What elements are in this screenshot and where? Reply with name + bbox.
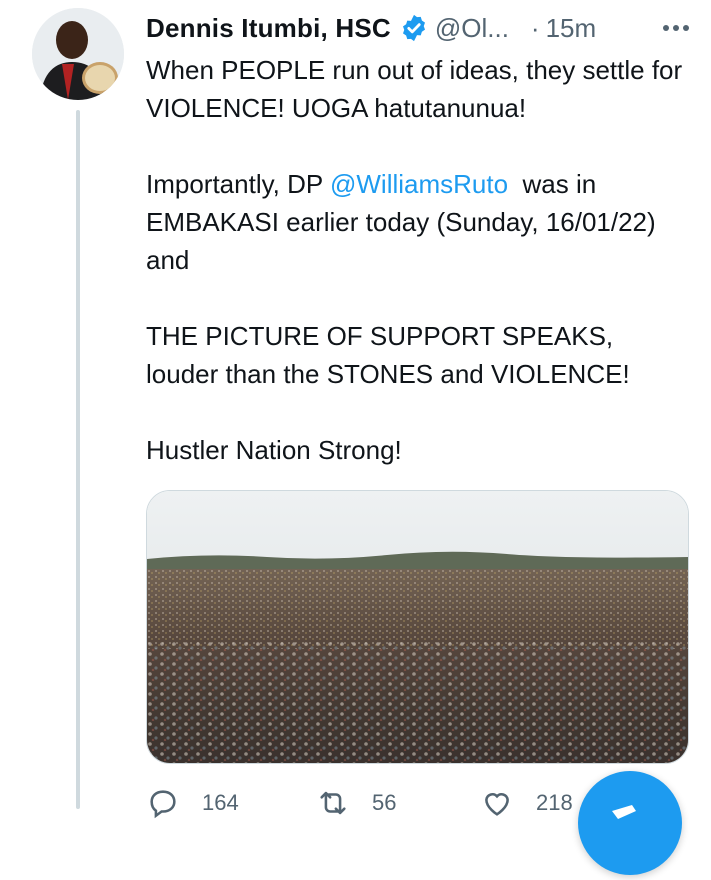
tweet-header: Dennis Itumbi, HSC @Ol... · 15m [146,8,691,48]
like-button[interactable]: 218 [480,786,573,820]
tweet-paragraph-3: THE PICTURE OF SUPPORT SPEAKS, louder th… [146,321,630,389]
compose-fab[interactable] [578,771,682,875]
author-handle[interactable]: @Ol [435,13,487,44]
handle-ellipsis: ... [487,12,509,43]
mention-link[interactable]: @WilliamsRuto [330,169,508,199]
retweet-icon [320,791,346,815]
author-name[interactable]: Dennis Itumbi, HSC [146,13,391,44]
compose-icon [612,805,636,819]
retweet-count: 56 [372,790,397,815]
avatar-image [32,8,124,100]
tweet-paragraph-4: Hustler Nation Strong! [146,435,402,465]
retweet-button[interactable]: 56 [316,786,396,820]
verified-icon [402,14,425,42]
tweet-text: When PEOPLE run out of ideas, they settl… [146,51,691,469]
more-icon[interactable] [661,14,691,42]
tweet-paragraph-2-start: Importantly, DP [146,169,330,199]
like-icon [485,793,509,816]
author-avatar[interactable] [32,8,124,100]
like-count: 218 [536,790,573,815]
reply-icon [150,790,176,819]
reply-button[interactable]: 164 [146,786,239,820]
tweet-timestamp[interactable]: 15m [546,13,597,44]
reply-count: 164 [202,790,239,815]
thread-connector-line [76,110,80,809]
crowd-photo [147,491,688,763]
separator-dot: · [530,12,540,43]
tweet-paragraph-2: Importantly, DP @WilliamsRuto was in EMB… [146,165,691,279]
tweet-media-image[interactable] [146,490,689,764]
tweet-paragraph-1: When PEOPLE run out of ideas, they settl… [146,55,683,123]
